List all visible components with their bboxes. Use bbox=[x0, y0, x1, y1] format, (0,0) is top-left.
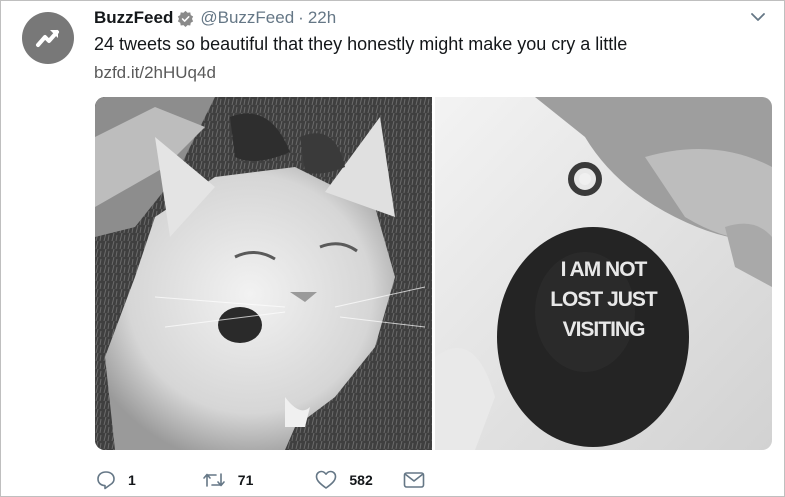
like-count: 582 bbox=[349, 472, 373, 488]
tag-text-line: VISITING bbox=[562, 318, 646, 341]
author-name[interactable]: BuzzFeed bbox=[94, 8, 173, 28]
header-separator: · bbox=[298, 8, 304, 27]
dm-button[interactable] bbox=[403, 471, 425, 489]
reply-icon bbox=[97, 471, 115, 490]
tweet-link[interactable]: bzfd.it/2hHUq4d bbox=[94, 63, 216, 83]
reply-button[interactable]: 1 bbox=[96, 470, 136, 490]
media-grid: I AM NOT LOST JUST VISITING bbox=[95, 97, 772, 450]
retweet-icon bbox=[202, 473, 225, 487]
chevron-down-icon[interactable] bbox=[749, 8, 767, 26]
author-handle[interactable]: @BuzzFeed bbox=[200, 8, 294, 28]
photo-cat[interactable] bbox=[95, 97, 432, 450]
retweet-count: 71 bbox=[237, 472, 254, 488]
tag-text-line: I AM NOT bbox=[560, 258, 648, 281]
tweet-text: 24 tweets so beautiful that they honestl… bbox=[94, 34, 628, 54]
envelope-icon bbox=[403, 472, 425, 488]
avatar[interactable] bbox=[22, 12, 74, 64]
tweet-actions: 1 71 582 bbox=[96, 470, 425, 490]
like-button[interactable]: 582 bbox=[315, 470, 373, 490]
verified-badge-icon bbox=[178, 10, 194, 27]
tweet-timestamp[interactable]: 22h bbox=[308, 8, 336, 28]
photo-tag[interactable]: I AM NOT LOST JUST VISITING bbox=[435, 97, 772, 450]
reply-count: 1 bbox=[128, 472, 136, 488]
tag-text: I AM NOT LOST JUST VISITING bbox=[435, 255, 772, 345]
tweet-header: BuzzFeed @BuzzFeed · 22h bbox=[94, 6, 765, 30]
heart-icon bbox=[316, 470, 337, 489]
trending-arrow-icon bbox=[36, 30, 59, 47]
tag-text-line: LOST JUST bbox=[550, 288, 658, 311]
retweet-button[interactable]: 71 bbox=[202, 470, 254, 490]
cat-illustration bbox=[95, 97, 432, 450]
